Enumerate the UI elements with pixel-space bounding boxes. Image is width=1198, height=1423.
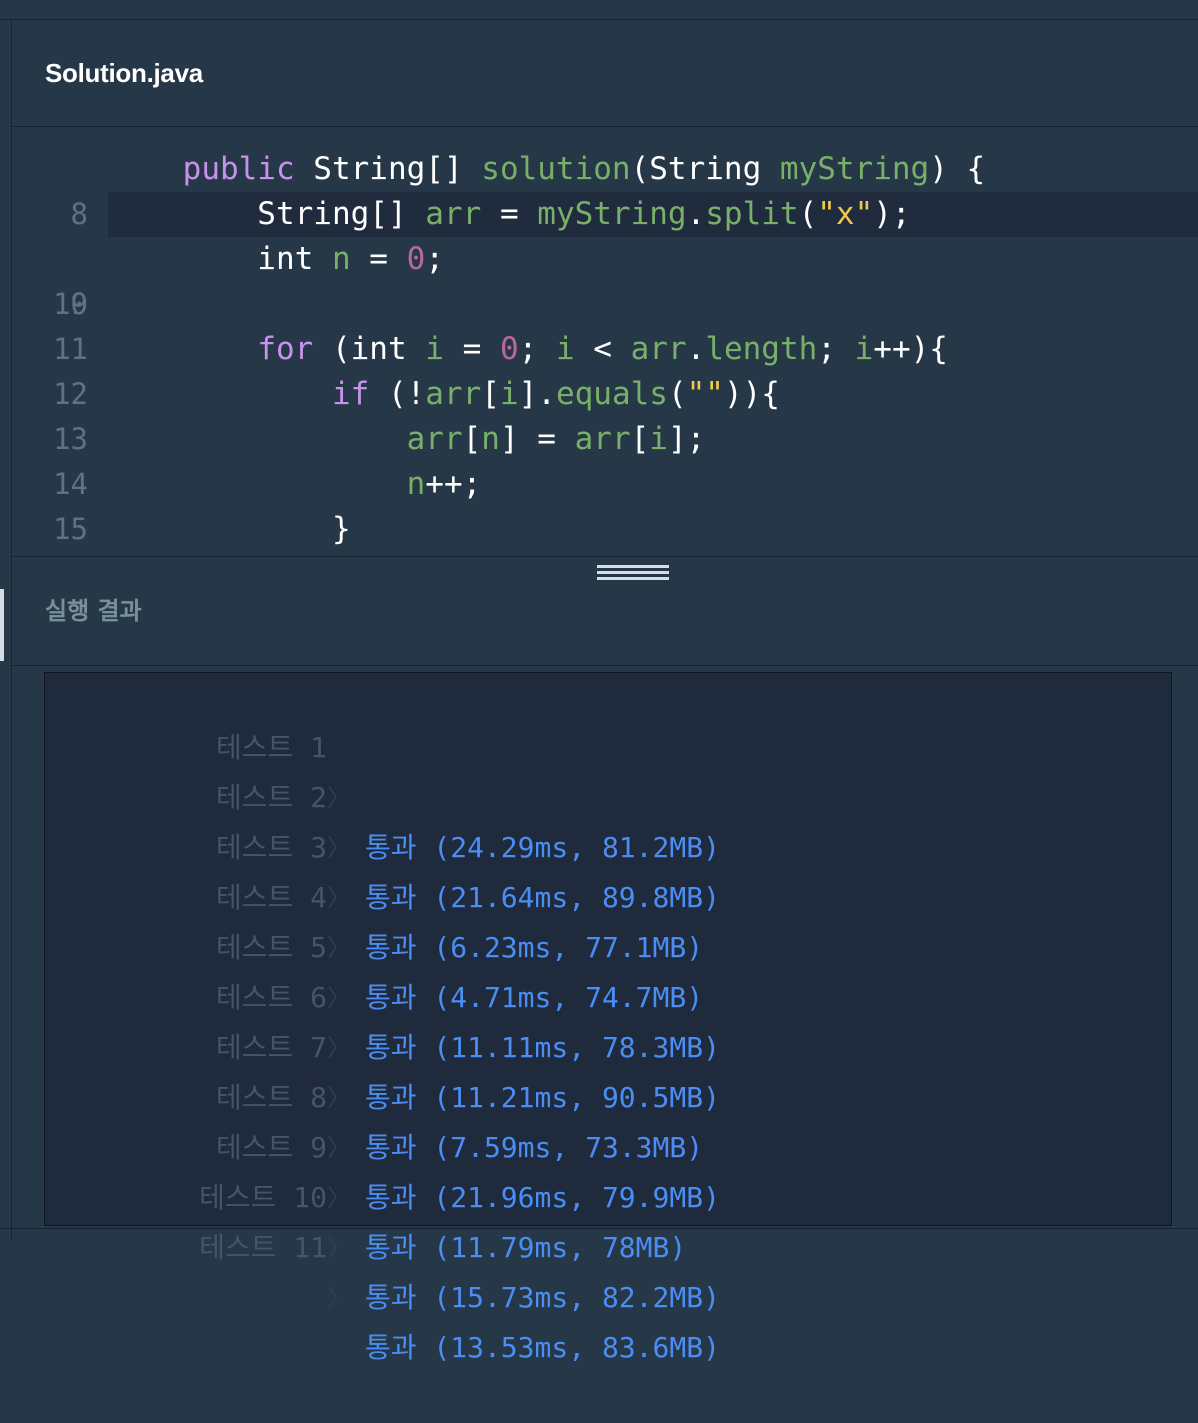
test-result-row: 테스트 5 〉 통과 (11.11ms, 78.3MB): [45, 873, 1171, 1064]
code-line[interactable]: 10 int n = 0;: [12, 237, 1198, 321]
code-text: if (!arr[i].equals("")){: [331, 376, 780, 412]
code-text: n++;: [406, 466, 482, 502]
code-line[interactable]: 8 public String[] solution(String myStri…: [12, 147, 1198, 231]
chevron-right-icon: 〉: [327, 1284, 351, 1312]
file-name[interactable]: Solution.java: [45, 58, 203, 89]
file-tab-header: Solution.java: [12, 20, 1198, 127]
code-text: int n = 0;: [108, 241, 444, 277]
chevron-right-icon: 〉: [327, 1234, 351, 1262]
result-panel-title[interactable]: 실행 결과: [45, 591, 142, 626]
code-text: }: [108, 511, 351, 547]
code-line[interactable]: 16 }: [12, 507, 1198, 552]
code-editor[interactable]: 8 public String[] solution(String myStri…: [12, 127, 1198, 556]
test-result-row: 테스트 2 〉 통과 (21.64ms, 89.8MB): [45, 723, 1171, 914]
bottom-border: [0, 1228, 1198, 1229]
test-results-list: 테스트 1 〉 통과 (24.29ms, 81.2MB) 테스트 2 〉 통과 …: [44, 672, 1172, 1364]
code-line[interactable]: 11: [12, 282, 1198, 366]
editor-pane: Solution.java 8 public String[] solution…: [0, 20, 1198, 1364]
code-text: for (int i = 0; i < arr.length; i++){: [257, 331, 948, 367]
code-line-active[interactable]: 9 String[] arr = myString.split("x");: [12, 192, 1198, 321]
test-result-row: 테스트 9 〉 통과 (11.79ms, 78MB): [45, 1073, 1171, 1264]
code-line[interactable]: 12 for (int i = 0; i < arr.length; i++){: [12, 327, 1198, 411]
test-status: 통과 (11.79ms, 78MB): [365, 1231, 687, 1264]
result-panel-header: 실행 결과: [0, 556, 1198, 666]
test-result-row: 테스트 8 〉 통과 (21.96ms, 79.9MB): [45, 1023, 1171, 1214]
test-result-row: 테스트 4 〉 통과 (4.71ms, 74.7MB): [45, 823, 1171, 1014]
code-text: arr[n] = arr[i];: [406, 421, 706, 457]
test-result-row: 테스트 11 〉 통과 (13.53ms, 83.6MB): [45, 1173, 1171, 1364]
drag-handle-icon[interactable]: [597, 565, 669, 581]
test-result-row: 테스트 1 〉 통과 (24.29ms, 81.2MB): [45, 673, 1171, 864]
code-line[interactable]: 15 n++;: [12, 462, 1198, 546]
code-line[interactable]: 14 arr[n] = arr[i];: [12, 417, 1198, 501]
test-result-row: 테스트 6 〉 통과 (11.21ms, 90.5MB): [45, 923, 1171, 1114]
test-status: 통과 (13.53ms, 83.6MB): [365, 1331, 720, 1364]
test-result-row: 테스트 7 〉 통과 (7.59ms, 73.3MB): [45, 973, 1171, 1164]
code-text: public String[] solution(String myString…: [182, 151, 986, 187]
top-strip: [0, 0, 1198, 20]
test-label: 테스트 11: [199, 1231, 327, 1264]
active-tab-marker: [0, 589, 4, 661]
test-result-row: 테스트 3 〉 통과 (6.23ms, 77.1MB): [45, 773, 1171, 964]
test-status: 통과 (15.73ms, 82.2MB): [365, 1281, 720, 1314]
code-line[interactable]: 13 if (!arr[i].equals("")){: [12, 372, 1198, 456]
code-text: String[] arr = myString.split("x");: [108, 196, 911, 232]
test-result-row: 테스트 10 〉 통과 (15.73ms, 82.2MB): [45, 1123, 1171, 1314]
